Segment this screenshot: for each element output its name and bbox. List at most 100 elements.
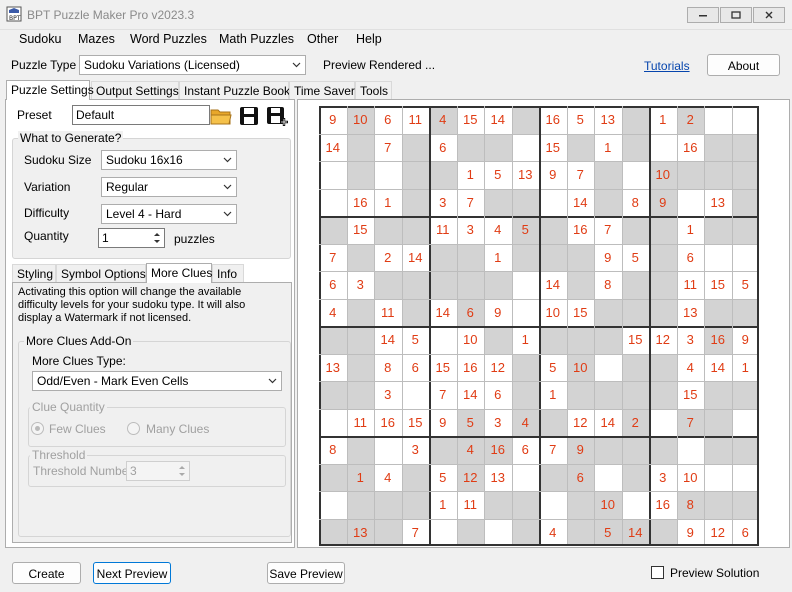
more-clues-type-value: Odd/Even - Mark Even Cells	[37, 374, 189, 388]
sudoku-cell	[594, 298, 622, 326]
sudoku-cell	[429, 161, 457, 189]
preview-solution-label: Preview Solution	[670, 566, 760, 580]
sudoku-cell: 3	[411, 442, 419, 458]
tutorials-link[interactable]: Tutorials	[644, 59, 690, 73]
sudoku-cell	[374, 518, 402, 546]
sudoku-cell	[594, 381, 622, 409]
tab-more-clues[interactable]: More Clues	[146, 263, 212, 283]
sudoku-cell: 2	[621, 408, 649, 436]
sudoku-cell	[731, 133, 759, 161]
puzzle-type-label: Puzzle Type	[11, 58, 77, 72]
sudoku-cell	[566, 243, 594, 271]
clue-quantity-title: Clue Quantity	[30, 400, 107, 414]
many-clues-radio[interactable]	[127, 422, 140, 435]
tab-info[interactable]: Info	[212, 264, 244, 282]
tab-puzzle-settings[interactable]: Puzzle Settings	[6, 80, 94, 100]
sudoku-cell	[346, 381, 374, 409]
tab-output-settings[interactable]: Output Settings	[91, 81, 179, 99]
sudoku-cell: 1	[346, 463, 374, 491]
sudoku-cell	[401, 133, 429, 161]
more-clues-type-select[interactable]: Odd/Even - Mark Even Cells	[32, 371, 282, 391]
preview-solution-checkbox[interactable]	[651, 566, 664, 579]
sudoku-cell	[566, 326, 594, 354]
sudoku-cell: 5	[576, 112, 584, 128]
sudoku-cell	[566, 381, 594, 409]
sudoku-cell	[512, 271, 540, 299]
sudoku-cell: 11	[381, 304, 395, 320]
sudoku-cell: 14	[435, 304, 450, 320]
maximize-button[interactable]	[720, 7, 752, 23]
sudoku-cell	[594, 354, 622, 382]
puzzle-type-select[interactable]: Sudoku Variations (Licensed)	[79, 55, 306, 75]
tab-styling[interactable]: Styling	[12, 264, 56, 282]
sudoku-cell	[319, 161, 347, 189]
tab-time-saver[interactable]: Time Saver	[289, 81, 355, 99]
sudoku-cell	[731, 298, 759, 326]
save-preview-button[interactable]: Save Preview	[267, 562, 345, 584]
preset-input[interactable]: Default	[72, 105, 210, 125]
sudoku-cell	[731, 161, 759, 189]
menu-math-puzzles[interactable]: Math Puzzles	[219, 32, 294, 46]
variation-select[interactable]: Regular	[101, 177, 237, 197]
tab-tools[interactable]: Tools	[355, 81, 392, 99]
sudoku-cell	[511, 243, 539, 271]
spin-arrows-icon[interactable]	[177, 463, 187, 479]
sudoku-cell	[401, 298, 429, 326]
sudoku-cell: 7	[604, 222, 612, 238]
minimize-icon	[699, 15, 707, 17]
quantity-stepper[interactable]: 1	[98, 228, 165, 248]
sudoku-cell: 11	[408, 112, 423, 128]
difficulty-select[interactable]: Level 4 - Hard	[101, 204, 237, 224]
menu-word-puzzles[interactable]: Word Puzzles	[130, 32, 207, 46]
spin-arrows-icon[interactable]	[152, 230, 162, 246]
threshold-number-stepper[interactable]: 3	[126, 461, 190, 481]
more-clues-addon-title: More Clues Add-On	[24, 334, 134, 348]
sudoku-cell	[621, 463, 649, 491]
sudoku-cell: 15	[408, 414, 423, 430]
menu-other[interactable]: Other	[307, 32, 338, 46]
sudoku-cell: 6	[566, 463, 594, 491]
save-as-icon[interactable]	[265, 104, 289, 128]
sudoku-cell	[346, 326, 374, 354]
sudoku-cell	[649, 353, 677, 381]
sudoku-cell: 3	[659, 469, 667, 485]
tab-instant-puzzle-books[interactable]: Instant Puzzle Books	[179, 81, 296, 99]
next-preview-button[interactable]: Next Preview	[93, 562, 171, 584]
sudoku-cell: 8	[604, 277, 612, 293]
sudoku-size-select[interactable]: Sudoku 16x16	[101, 150, 237, 170]
sudoku-cell	[732, 464, 760, 492]
sudoku-cell	[429, 436, 457, 464]
sudoku-cell	[539, 243, 567, 271]
sudoku-cell: 5	[411, 332, 419, 348]
close-button[interactable]	[753, 7, 785, 23]
what-to-generate-title: What to Generate?	[18, 131, 124, 145]
about-button[interactable]: About	[707, 54, 780, 76]
sudoku-cell: 8	[676, 491, 704, 519]
open-folder-icon[interactable]	[209, 104, 233, 128]
sudoku-cell	[649, 271, 677, 299]
sudoku-cell	[621, 271, 649, 299]
sudoku-cell: 10	[649, 161, 677, 189]
sudoku-cell	[676, 161, 704, 189]
tab-symbol-options[interactable]: Symbol Options	[56, 264, 146, 282]
chevron-down-icon	[223, 211, 232, 217]
menu-help[interactable]: Help	[356, 32, 382, 46]
menu-sudoku[interactable]: Sudoku	[19, 32, 61, 46]
sudoku-cell	[401, 188, 429, 216]
sudoku-cell	[511, 106, 539, 134]
few-clues-radio[interactable]	[31, 422, 44, 435]
sudoku-cell: 4	[511, 408, 539, 436]
sudoku-cell: 14	[380, 332, 395, 348]
sudoku-cell: 15	[683, 387, 698, 403]
sudoku-cell: 4	[384, 469, 392, 485]
sudoku-cell	[594, 161, 622, 189]
variation-label: Variation	[24, 180, 71, 194]
sudoku-cell: 3	[466, 222, 474, 238]
minimize-button[interactable]	[687, 7, 719, 23]
create-button[interactable]: Create	[12, 562, 81, 584]
sudoku-cell: 3	[384, 387, 392, 403]
save-icon[interactable]	[237, 104, 261, 128]
sudoku-cell: 6	[494, 387, 502, 403]
sudoku-cell: 8	[329, 442, 337, 458]
menu-mazes[interactable]: Mazes	[78, 32, 115, 46]
